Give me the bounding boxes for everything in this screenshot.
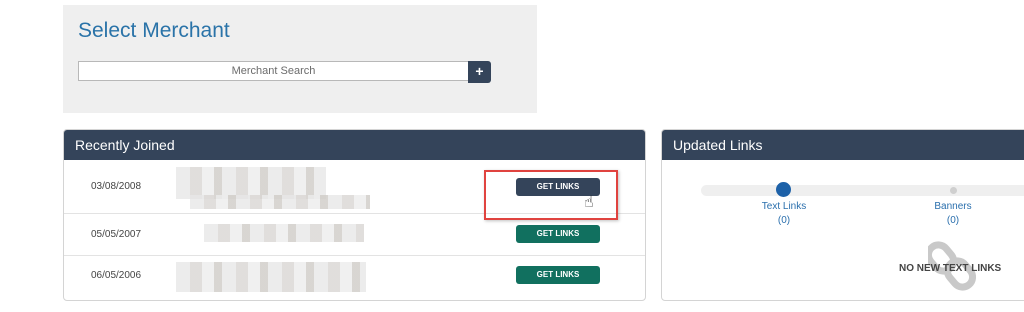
hand-cursor-icon: ☝ [584, 194, 594, 211]
get-links-button[interactable]: GET LINKS [516, 225, 600, 243]
merchant-search-input[interactable]: Merchant Search [78, 61, 468, 81]
tab-banners[interactable]: Banners [913, 201, 993, 212]
text-links-step-dot[interactable] [776, 182, 791, 197]
banners-step-dot[interactable] [950, 187, 957, 194]
join-date: 03/08/2008 [91, 181, 142, 192]
table-row: 05/05/2007 GET LINKS [64, 214, 645, 256]
highlight-box [484, 170, 618, 220]
recently-joined-card: Recently Joined 03/08/2008 GET LINKS 05/… [63, 129, 646, 301]
tab-banners-count: (0) [946, 215, 960, 226]
table-row: 06/05/2006 GET LINKS [64, 256, 645, 298]
updated-links-header: Updated Links [662, 130, 1024, 160]
merchant-name-redacted [204, 224, 364, 242]
merchant-name-redacted [190, 195, 370, 209]
join-date: 06/05/2006 [91, 270, 142, 281]
tab-progress-track [701, 185, 1024, 196]
no-new-text-links-message: NO NEW TEXT LINKS [899, 263, 1002, 274]
add-merchant-button[interactable]: + [468, 61, 491, 83]
join-date: 05/05/2007 [91, 229, 142, 240]
merchant-name-redacted [176, 262, 366, 292]
tab-text-links[interactable]: Text Links [744, 201, 824, 212]
select-merchant-panel: Select Merchant Merchant Search + [63, 5, 537, 113]
updated-links-card: Updated Links Text Links (0) Banners (0)… [661, 129, 1024, 301]
get-links-button[interactable]: GET LINKS [516, 266, 600, 284]
tab-text-links-count: (0) [777, 215, 791, 226]
select-merchant-title: Select Merchant [78, 19, 230, 42]
recently-joined-header: Recently Joined [64, 130, 645, 160]
